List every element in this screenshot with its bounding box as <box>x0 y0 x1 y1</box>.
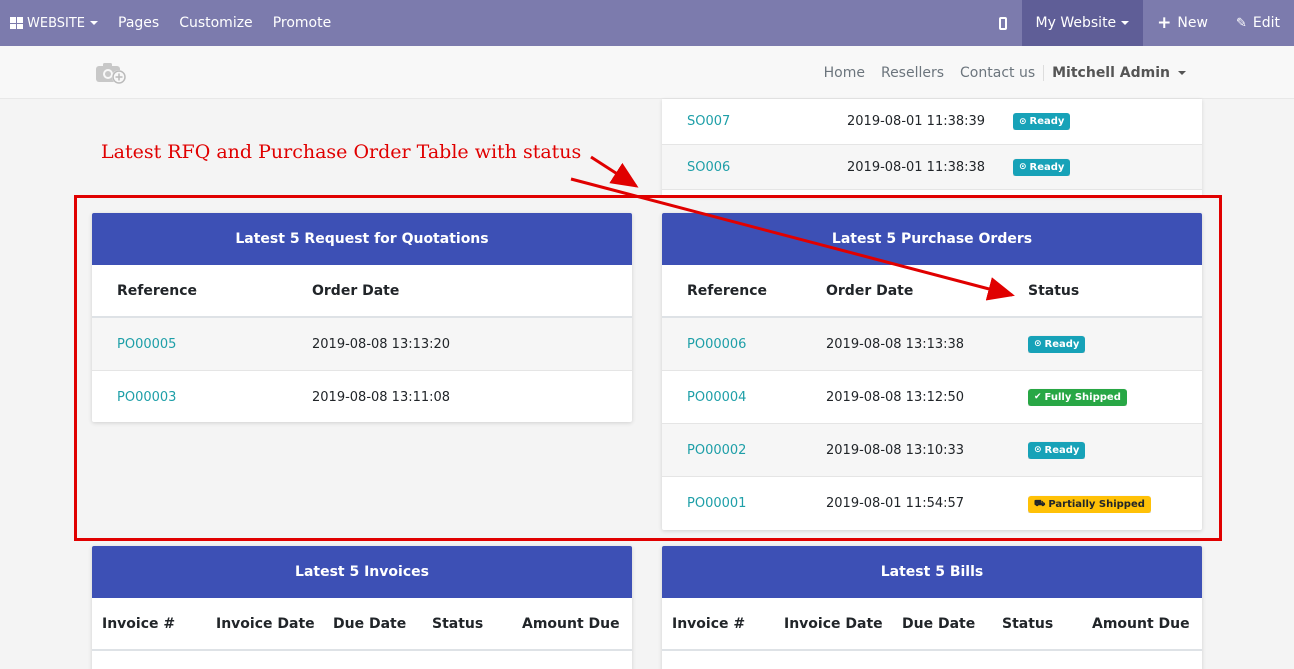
site-links: Home Resellers Contact us Mitchell Admin <box>816 46 1194 99</box>
site-selector-label: My Website <box>1035 15 1117 31</box>
annotation-caption: Latest RFQ and Purchase Order Table with… <box>101 141 582 163</box>
order-reference-link[interactable]: SO006 <box>662 160 822 175</box>
bills-table-header: Invoice # Invoice Date Due Date Status A… <box>662 598 1202 651</box>
invoices-table-header: Invoice # Invoice Date Due Date Status A… <box>92 598 632 651</box>
apps-grid-icon <box>10 17 23 29</box>
edit-button[interactable]: ✎ Edit <box>1222 0 1294 46</box>
caret-down-icon <box>1178 70 1186 75</box>
top-navbar: WEBSITE Pages Customize Promote My Websi… <box>0 0 1294 46</box>
nav-promote[interactable]: Promote <box>263 0 342 46</box>
mobile-preview-button[interactable] <box>984 0 1022 46</box>
user-menu-label: Mitchell Admin <box>1052 64 1170 81</box>
status-cell: ⊙ Ready <box>1013 158 1071 176</box>
pencil-icon: ✎ <box>1235 15 1247 31</box>
order-date: 2019-08-01 11:38:38 <box>847 159 986 175</box>
clock-icon: ⊙ <box>1019 116 1027 127</box>
column-header-status: Status <box>1002 615 1054 632</box>
column-header-invoice-number: Invoice # <box>102 615 176 632</box>
site-navbar: Home Resellers Contact us Mitchell Admin <box>0 46 1294 99</box>
column-header-amount-due: Amount Due <box>522 615 620 632</box>
mobile-icon <box>998 16 1007 30</box>
table-row: SO006 2019-08-01 11:38:38 ⊙ Ready <box>662 145 1202 190</box>
new-button[interactable]: + New <box>1143 0 1222 46</box>
status-cell: ⊙ Ready <box>1013 113 1071 131</box>
column-header-status: Status <box>432 615 484 632</box>
annotation-arrow-short <box>590 155 639 188</box>
column-header-invoice-date: Invoice Date <box>216 615 315 632</box>
nav-pages[interactable]: Pages <box>108 0 169 46</box>
nav-customize[interactable]: Customize <box>169 0 263 46</box>
user-menu[interactable]: Mitchell Admin <box>1043 64 1194 81</box>
site-link-resellers[interactable]: Resellers <box>873 65 952 81</box>
bills-card: Latest 5 Bills Invoice # Invoice Date Du… <box>662 546 1202 669</box>
order-reference-link[interactable]: SO007 <box>662 114 822 129</box>
column-header-invoice-date: Invoice Date <box>784 615 883 632</box>
site-selector[interactable]: My Website <box>1021 0 1144 46</box>
table-row: SO007 2019-08-01 11:38:39 ⊙ Ready <box>662 99 1202 145</box>
sales-orders-table-partial: SO007 2019-08-01 11:38:39 ⊙ Ready SO006 2… <box>662 99 1202 196</box>
edit-button-label: Edit <box>1252 15 1280 31</box>
column-header-due-date: Due Date <box>902 615 976 632</box>
order-date: 2019-08-01 11:38:39 <box>847 114 986 129</box>
status-badge-label: Ready <box>1029 161 1065 173</box>
invoices-card: Latest 5 Invoices Invoice # Invoice Date… <box>92 546 632 669</box>
website-menu[interactable]: WEBSITE <box>0 0 108 46</box>
site-link-contact[interactable]: Contact us <box>952 65 1043 81</box>
annotation-highlight-box <box>74 195 1222 541</box>
column-header-invoice-number: Invoice # <box>672 615 746 632</box>
status-badge: ⊙ Ready <box>1013 113 1071 131</box>
bills-card-title: Latest 5 Bills <box>662 546 1202 598</box>
website-menu-label: WEBSITE <box>27 15 85 31</box>
invoices-card-title: Latest 5 Invoices <box>92 546 632 598</box>
camera-add-icon[interactable] <box>95 61 127 85</box>
new-button-label: New <box>1177 15 1208 31</box>
site-link-home[interactable]: Home <box>816 65 873 81</box>
plus-icon: + <box>1157 13 1172 33</box>
caret-down-icon <box>1121 21 1130 25</box>
status-badge: ⊙ Ready <box>1013 158 1071 176</box>
status-badge-label: Ready <box>1029 116 1065 128</box>
clock-icon: ⊙ <box>1019 162 1027 173</box>
column-header-due-date: Due Date <box>333 615 407 632</box>
column-header-amount-due: Amount Due <box>1092 615 1190 632</box>
caret-down-icon <box>90 21 98 25</box>
